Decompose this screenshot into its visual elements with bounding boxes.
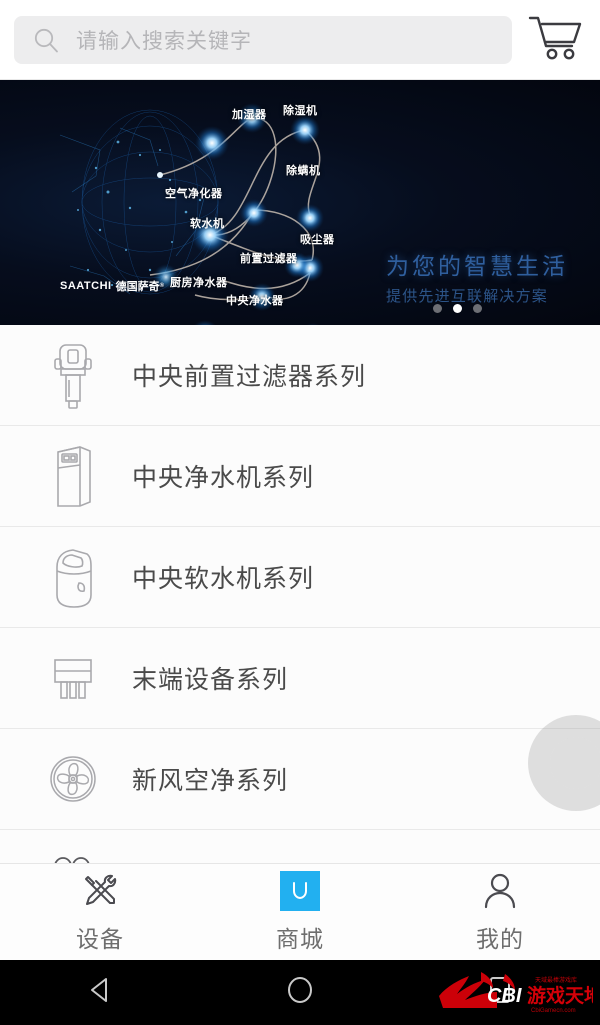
watermark-sub: CbiGamecn.com [531, 1008, 576, 1014]
banner-node-label-mite-remover: 除螨机 [286, 165, 321, 177]
brand-logo-mark: ® [159, 283, 165, 289]
slogan-sub: 提供先进互联解决方案 [386, 287, 549, 305]
hero-banner[interactable]: SAATCHI 德国萨奇 ® 空气净化器 加湿器 除湿机 除螨机 软水机 吸尘器… [0, 80, 600, 325]
android-nav-bar: CBI 游戏天地 天域最棒游戏库 CbiGamecn.com [0, 960, 600, 1025]
banner-node-label-water-softener: 软水机 [190, 218, 225, 230]
water-purifier-icon [44, 440, 102, 512]
brand-logo-cn: 德国萨奇 [115, 281, 160, 293]
search-icon [32, 26, 60, 54]
brand-logo-latin: SAATCHI [60, 280, 112, 292]
carousel-dot-3[interactable] [473, 304, 482, 313]
shopping-cart-icon [528, 12, 582, 67]
list-item[interactable]: 末端设备系列 [0, 628, 600, 729]
search-input[interactable]: 请输入搜索关键字 [14, 15, 512, 64]
list-item[interactable] [0, 830, 600, 863]
watermark-top: 天域最棒游戏库 [535, 976, 577, 984]
tab-label: 商城 [276, 925, 324, 952]
fan-icon [44, 743, 102, 815]
banner-node-label-dehumidifier: 除湿机 [283, 105, 318, 117]
partial-category-icon [44, 844, 102, 863]
cbi-watermark: CBI 游戏天地 天域最棒游戏库 CbiGamecn.com [434, 967, 594, 1019]
tab-label: 设备 [76, 925, 124, 952]
bottom-tab-bar: 设备 商城 我的 [0, 863, 600, 960]
back-button[interactable] [0, 973, 200, 1012]
watermark-cn: 游戏天地 [527, 984, 593, 1007]
person-icon [479, 871, 521, 911]
list-item[interactable]: 新风空净系列 [0, 729, 600, 830]
list-item[interactable]: 中央净水机系列 [0, 426, 600, 527]
home-button[interactable] [200, 973, 400, 1012]
shopping-bag-icon [280, 870, 320, 911]
list-item-label: 中央净水机系列 [132, 464, 315, 492]
banner-node-label-humidifier: 加湿器 [232, 109, 267, 121]
search-placeholder: 请输入搜索关键字 [76, 29, 252, 53]
watermark-latin: CBI [487, 985, 522, 1007]
list-item-label: 末端设备系列 [132, 666, 289, 694]
tab-label: 我的 [476, 925, 524, 952]
list-item-label: 中央软水机系列 [132, 565, 315, 593]
slogan-main: 为您的智慧生活 [386, 253, 568, 279]
search-header: 请输入搜索关键字 [0, 0, 600, 80]
tab-devices[interactable]: 设备 [0, 864, 200, 960]
shopping-cart-button[interactable] [524, 11, 586, 69]
list-item[interactable]: 中央前置过滤器系列 [0, 325, 600, 426]
tab-mall[interactable]: 商城 [200, 864, 400, 960]
carousel-indicator [433, 304, 482, 313]
list-item[interactable]: 中央软水机系列 [0, 527, 600, 628]
banner-node-label-pre-filter: 前置过滤器 [240, 253, 298, 265]
home-circle-icon [283, 973, 317, 1012]
back-triangle-icon [83, 973, 117, 1012]
pre-filter-icon [44, 339, 102, 411]
banner-slogan: 为您的智慧生活 提供先进互联解决方案 [386, 252, 568, 306]
brand-logo: SAATCHI 德国萨奇 ® [60, 278, 165, 294]
banner-node-label-air-purifier: 空气净化器 [165, 188, 223, 200]
water-softener-icon [44, 541, 102, 613]
list-item-label: 中央前置过滤器系列 [132, 363, 367, 391]
carousel-dot-2[interactable] [453, 304, 462, 313]
tools-icon [79, 871, 121, 911]
banner-node-label-central-purifier: 中央净水器 [226, 295, 284, 307]
terminal-device-icon [44, 642, 102, 714]
category-list: 中央前置过滤器系列 中央净水机系列 中央软水机系列 末端设备系列 新风空净系列 [0, 325, 600, 863]
tab-profile[interactable]: 我的 [400, 864, 600, 960]
carousel-dot-1[interactable] [433, 304, 442, 313]
banner-node-label-vacuum: 吸尘器 [300, 234, 335, 246]
app-screen: 请输入搜索关键字 SAATCHI 德国萨奇 ® 空气净化器 加湿器 除湿机 除螨… [0, 0, 600, 1025]
list-item-label: 新风空净系列 [132, 767, 289, 795]
banner-node-label-kitchen-purifier: 厨房净水器 [170, 277, 228, 289]
